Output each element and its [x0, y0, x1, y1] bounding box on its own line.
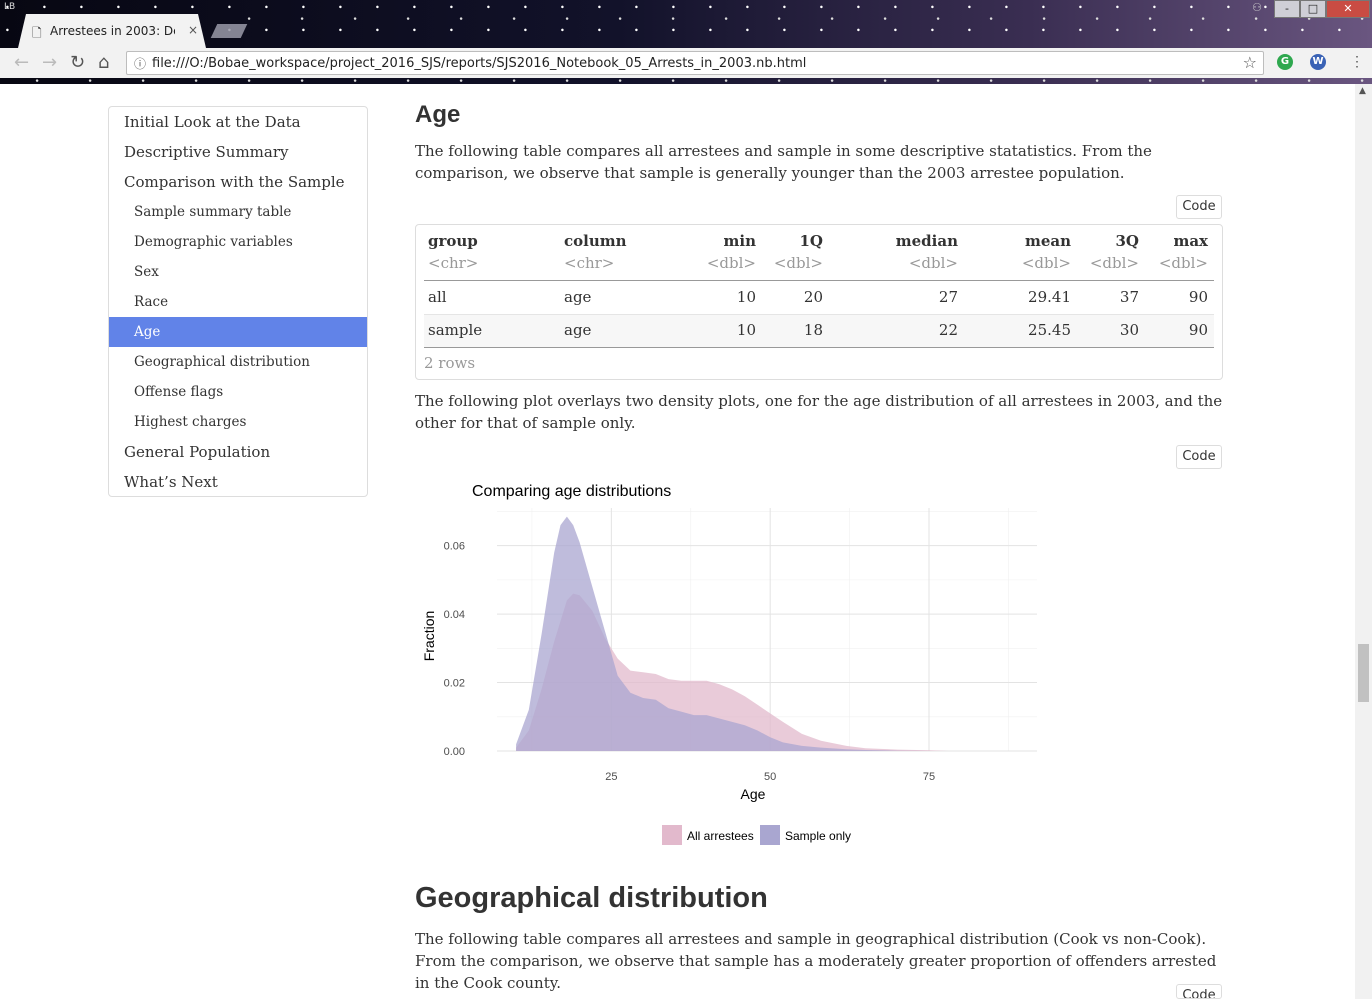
table-cell: 10 — [736, 288, 756, 306]
table-cell: 22 — [938, 321, 958, 339]
table-header[interactable]: median — [878, 232, 958, 250]
toc-item[interactable]: Highest charges — [109, 407, 367, 437]
page-document-icon: 🗋 — [32, 26, 42, 40]
code-button[interactable]: Code — [1176, 195, 1222, 219]
table-of-contents: Initial Look at the Data Descriptive Summ… — [108, 106, 368, 497]
age-intro-paragraph: The following table compares all arreste… — [415, 142, 1152, 182]
column-type: <chr> — [428, 254, 479, 272]
table-cell: 29.41 — [1028, 288, 1071, 306]
table-cell: 90 — [1188, 321, 1208, 339]
column-type: <dbl> — [1089, 254, 1139, 272]
new-tab-button[interactable] — [210, 24, 248, 38]
back-arrow-icon[interactable]: ← — [14, 52, 29, 73]
table-header[interactable]: group — [428, 232, 478, 250]
table-cell: 30 — [1119, 321, 1139, 339]
y-axis-label: Fraction — [421, 611, 437, 662]
browser-logo: LB — [4, 2, 16, 12]
toc-item[interactable]: Sex — [109, 257, 367, 287]
minimize-button[interactable]: - — [1274, 0, 1300, 18]
toc-item[interactable]: General Population — [109, 437, 367, 467]
section-title-age: Age — [415, 101, 461, 128]
y-tick-label: 0.06 — [444, 541, 465, 553]
x-axis-label: Age — [741, 786, 766, 802]
chart-legend: All arrestees Sample only — [662, 825, 851, 845]
grammarly-extension-icon[interactable]: G — [1277, 54, 1293, 70]
table-header[interactable]: 1Q — [773, 232, 823, 250]
y-tick-label: 0.00 — [444, 746, 465, 758]
toc-item[interactable]: Sample summary table — [109, 197, 367, 227]
table-header[interactable]: mean — [991, 232, 1071, 250]
table-cell: age — [564, 288, 592, 306]
legend-label-all-arrestees: All arrestees — [687, 829, 754, 843]
w-extension-icon[interactable]: W — [1310, 54, 1326, 70]
forward-arrow-icon[interactable]: → — [42, 52, 57, 73]
browser-chrome: LB 🗋 Arrestees in 2003: Descrip × ⚇ - □ … — [0, 0, 1372, 84]
table-cell: 10 — [736, 321, 756, 339]
scrollbar-thumb[interactable] — [1358, 644, 1369, 702]
browser-menu-icon[interactable]: ⋮ — [1350, 54, 1364, 70]
maximize-button[interactable]: □ — [1300, 0, 1326, 18]
toc-item[interactable]: Geographical distribution — [109, 347, 367, 377]
home-icon[interactable]: ⌂ — [98, 52, 109, 73]
browser-tab-active[interactable]: 🗋 Arrestees in 2003: Descrip × — [18, 14, 206, 48]
toc-item[interactable]: Demographic variables — [109, 227, 367, 257]
y-tick-label: 0.02 — [444, 678, 465, 690]
url-text: file:///O:/Bobae_workspace/project_2016_… — [152, 56, 807, 71]
column-type: <chr> — [564, 254, 615, 272]
toc-item[interactable]: Comparison with the Sample — [109, 167, 367, 197]
table-cell: 27 — [938, 288, 958, 306]
table-header[interactable]: column — [564, 232, 627, 250]
table-cell: 90 — [1188, 288, 1208, 306]
toc-item[interactable]: Offense flags — [109, 377, 367, 407]
page-scrollbar[interactable]: ▲ — [1355, 84, 1372, 999]
column-type: <dbl> — [773, 254, 823, 272]
reload-icon[interactable]: ↻ — [70, 52, 85, 73]
toc-item[interactable]: Descriptive Summary — [109, 137, 367, 167]
table-cell: 20 — [803, 288, 823, 306]
table-header[interactable]: max — [1158, 232, 1208, 250]
table-cell: all — [428, 288, 447, 306]
table-bottom-divider — [424, 347, 1214, 348]
toc-item[interactable]: Initial Look at the Data — [109, 107, 367, 137]
age-density-chart: Comparing age distributions 0.00 0.02 0.04… — [421, 483, 1037, 845]
table-cell: 18 — [803, 321, 823, 339]
toc-item[interactable]: What’s Next — [109, 467, 367, 496]
column-type: <dbl> — [1021, 254, 1071, 272]
table-cell: sample — [428, 321, 483, 339]
table-header[interactable]: 3Q — [1089, 232, 1139, 250]
geo-intro-paragraph: The following table compares all arreste… — [415, 930, 1217, 992]
legend-swatch-all-arrestees — [662, 825, 682, 845]
code-button[interactable]: Code — [1176, 984, 1222, 999]
tab-close-icon[interactable]: × — [188, 23, 198, 37]
code-button[interactable]: Code — [1176, 445, 1222, 469]
table-row-count: 2 rows — [424, 354, 476, 372]
scroll-up-arrow-icon[interactable]: ▲ — [1359, 86, 1366, 96]
chart-title: Comparing age distributions — [472, 483, 671, 500]
toc-item[interactable]: Age — [109, 317, 367, 347]
column-type: <dbl> — [706, 254, 756, 272]
plot-intro-paragraph: The following plot overlays two density … — [415, 392, 1223, 432]
address-bar[interactable]: ⓘ file:///O:/Bobae_workspace/project_201… — [126, 51, 1264, 75]
column-type: <dbl> — [908, 254, 958, 272]
tab-title: Arrestees in 2003: Descrip — [50, 24, 174, 38]
column-type: <dbl> — [1158, 254, 1208, 272]
table-cell: age — [564, 321, 592, 339]
legend-swatch-sample-only — [760, 825, 780, 845]
section-title-geographical: Geographical distribution — [415, 882, 768, 914]
y-tick-label: 0.04 — [444, 609, 465, 621]
legend-label-sample-only: Sample only — [785, 829, 851, 843]
browser-toolbar: ← → ↻ ⌂ ⓘ file:///O:/Bobae_workspace/pro… — [0, 48, 1372, 78]
table-cell: 25.45 — [1028, 321, 1071, 339]
x-tick-label: 50 — [764, 771, 776, 783]
toc-item[interactable]: Race — [109, 287, 367, 317]
window-close-button[interactable]: ✕ — [1326, 0, 1370, 18]
user-icon[interactable]: ⚇ — [1243, 0, 1271, 18]
x-tick-label: 75 — [923, 771, 935, 783]
bookmark-star-icon[interactable]: ☆ — [1243, 53, 1257, 72]
table-header[interactable]: min — [706, 232, 756, 250]
summary-table: group column min 1Q median mean 3Q max <… — [415, 224, 1223, 380]
table-cell: 37 — [1119, 288, 1139, 306]
info-icon[interactable]: ⓘ — [134, 55, 146, 72]
x-tick-label: 25 — [605, 771, 617, 783]
